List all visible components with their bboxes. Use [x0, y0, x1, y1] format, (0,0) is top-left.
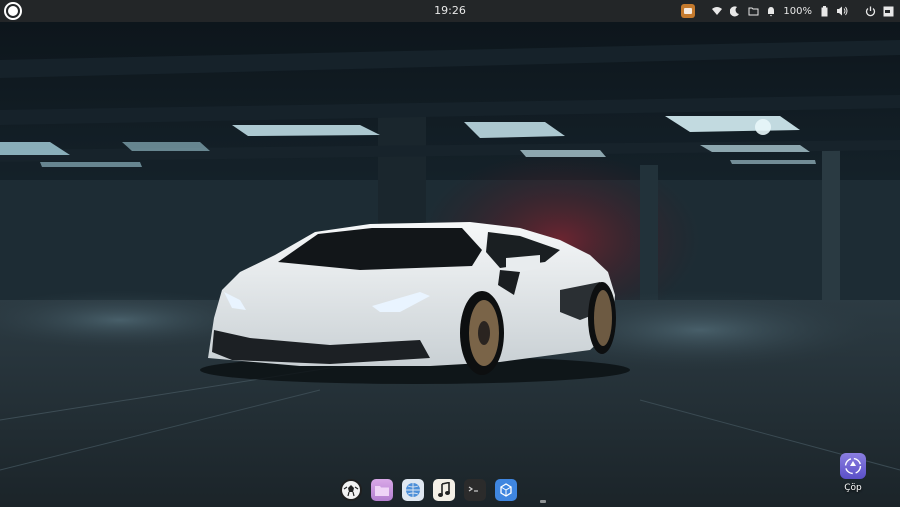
dock-web-browser-icon[interactable]	[402, 479, 424, 501]
desktop-wallpaper	[0, 0, 900, 507]
notification-bell-icon[interactable]	[765, 5, 777, 17]
dock-running-indicator	[540, 500, 546, 503]
battery-percent[interactable]: 100%	[783, 6, 812, 17]
show-desktop-icon[interactable]	[882, 5, 894, 17]
app-launcher-button[interactable]	[4, 2, 22, 20]
dock-terminal-icon[interactable]	[464, 479, 486, 501]
dock-software-store-icon[interactable]	[495, 479, 517, 501]
trash-desktop-icon[interactable]: Çöp	[834, 453, 872, 493]
wifi-icon[interactable]	[711, 5, 723, 17]
battery-icon[interactable]	[818, 5, 830, 17]
folder-icon[interactable]	[747, 5, 759, 17]
dock	[340, 476, 517, 504]
tray-app-indicator-icon[interactable]	[681, 4, 696, 18]
dock-ball-app-icon[interactable]	[340, 479, 362, 501]
power-icon[interactable]	[864, 5, 876, 17]
night-light-moon-icon[interactable]	[729, 5, 741, 17]
volume-icon[interactable]	[836, 5, 848, 17]
top-panel: 19:26 100%	[0, 0, 900, 22]
recycle-icon	[840, 453, 866, 479]
system-tray: 100%	[681, 2, 894, 20]
dock-music-player-icon[interactable]	[433, 479, 455, 501]
dock-files-folder-icon[interactable]	[371, 479, 393, 501]
trash-label: Çöp	[844, 483, 862, 493]
